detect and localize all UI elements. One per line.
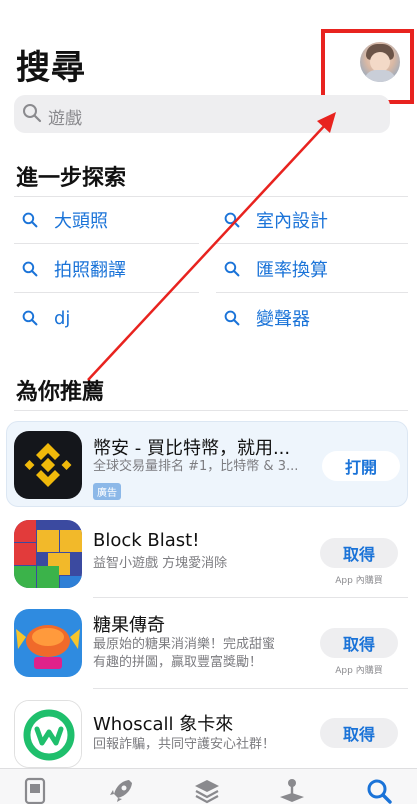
explore-item-label: 室內設計 xyxy=(256,210,328,232)
tab-arcade[interactable] xyxy=(278,777,306,804)
arcade-joystick-icon xyxy=(278,779,306,804)
search-icon xyxy=(224,212,244,228)
app-subtitle-line2: 有趣的拼圖，贏取豐富獎勵！ xyxy=(93,655,263,670)
row-divider xyxy=(93,688,408,689)
app-name: Block Blast! xyxy=(93,530,200,551)
app-row-block-blast[interactable]: Block Blast! 益智小遊戲 方塊愛消除 取得 App 內購買 xyxy=(14,510,407,598)
explore-section-title: 進一步探索 xyxy=(16,166,127,191)
app-row-candy-crush[interactable]: 糖果傳奇 最原始的糖果消消樂！完成甜蜜 有趣的拼圖，贏取豐富獎勵！ 取得 App… xyxy=(14,599,407,687)
search-icon xyxy=(365,779,393,804)
explore-item-label: 拍照翻譯 xyxy=(54,259,126,281)
app-name: 幣安 - 買比特幣，就用... xyxy=(93,438,291,459)
whoscall-app-icon xyxy=(14,700,82,768)
explore-item-label: dj xyxy=(54,307,71,329)
app-name: Whoscall 象卡來 xyxy=(93,714,234,735)
row-divider xyxy=(93,597,408,598)
search-icon xyxy=(224,310,244,326)
app-subtitle: 益智小遊戲 方塊愛消除 xyxy=(93,556,228,571)
recommend-top-divider xyxy=(14,410,408,411)
explore-item-label: 變聲器 xyxy=(256,309,310,330)
ad-badge: 廣告 xyxy=(93,483,121,500)
search-input[interactable]: 遊戲 xyxy=(14,95,390,133)
app-subtitle: 最原始的糖果消消樂！完成甜蜜 xyxy=(93,637,276,652)
search-icon xyxy=(22,103,42,127)
block-blast-app-icon xyxy=(14,520,82,588)
today-icon xyxy=(21,777,49,804)
search-icon xyxy=(22,212,42,228)
open-button[interactable]: 打開 xyxy=(322,451,400,481)
search-icon xyxy=(22,310,42,326)
binance-app-icon xyxy=(14,431,82,499)
app-row-whoscall[interactable]: Whoscall 象卡來 回報詐騙，共同守護安心社群！ 取得 xyxy=(14,690,407,778)
apps-stack-icon xyxy=(193,780,221,804)
search-icon xyxy=(224,261,244,277)
search-placeholder: 遊戲 xyxy=(48,109,82,129)
get-button[interactable]: 取得 xyxy=(320,628,398,658)
tab-search[interactable] xyxy=(365,777,393,804)
recommend-section-title: 為你推薦 xyxy=(16,380,105,405)
page-title: 搜尋 xyxy=(16,48,86,88)
app-name: 糖果傳奇 xyxy=(93,615,165,636)
in-app-purchase-label: App 內購買 xyxy=(335,666,383,676)
explore-item-portrait[interactable]: 大頭照 xyxy=(14,196,199,244)
app-subtitle: 全球交易量排名 #1，比特幣 & 3... xyxy=(93,459,299,474)
in-app-purchase-label: App 內購買 xyxy=(335,576,383,586)
get-button[interactable]: 取得 xyxy=(320,538,398,568)
explore-item-label: 大頭照 xyxy=(54,210,108,232)
explore-item-interior-design[interactable]: 室內設計 xyxy=(216,196,408,244)
explore-item-voice-changer[interactable]: 變聲器 xyxy=(216,294,408,342)
app-subtitle: 回報詐騙，共同守護安心社群！ xyxy=(93,737,276,752)
explore-item-currency[interactable]: 匯率換算 xyxy=(216,245,408,293)
tab-apps[interactable] xyxy=(193,777,221,804)
annotation-highlight-box xyxy=(321,29,414,104)
games-rocket-icon xyxy=(107,780,135,804)
search-icon xyxy=(22,261,42,277)
tab-today[interactable] xyxy=(21,777,49,804)
candy-crush-app-icon xyxy=(14,609,82,677)
tab-games[interactable] xyxy=(107,777,135,804)
explore-item-dj[interactable]: dj xyxy=(14,294,199,342)
explore-item-label: 匯率換算 xyxy=(256,259,328,281)
get-button[interactable]: 取得 xyxy=(320,718,398,748)
sponsored-app-card[interactable]: 幣安 - 買比特幣，就用... 全球交易量排名 #1，比特幣 & 3... 廣告… xyxy=(6,421,408,507)
tab-bar xyxy=(0,768,417,804)
explore-item-photo-translate[interactable]: 拍照翻譯 xyxy=(14,245,199,293)
